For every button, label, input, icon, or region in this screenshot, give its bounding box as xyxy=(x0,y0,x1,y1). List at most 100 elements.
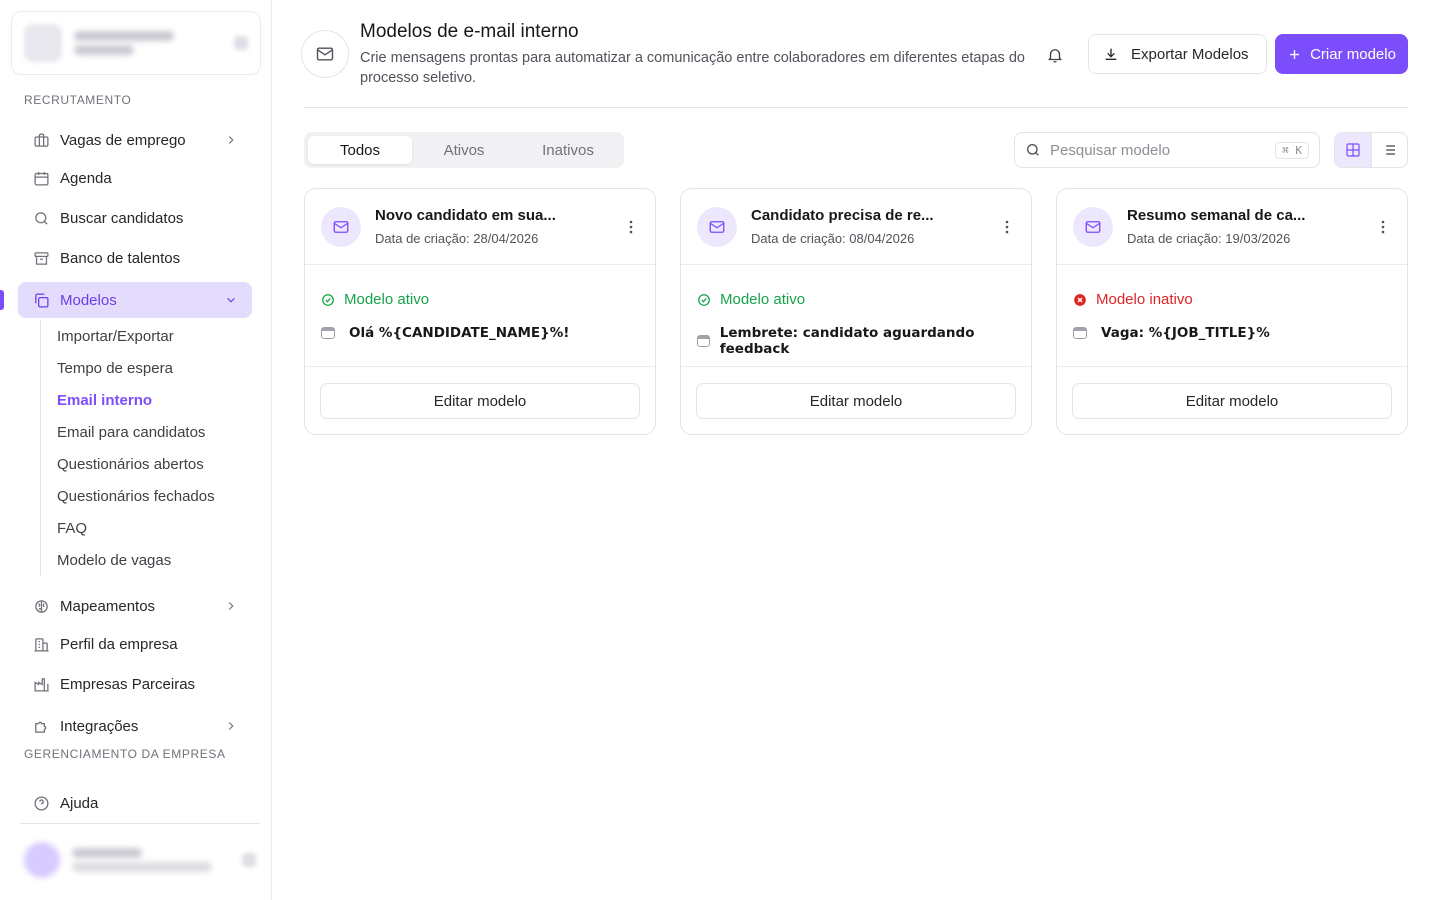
grid-icon xyxy=(1345,142,1361,158)
sidebar-item-help[interactable]: Ajuda xyxy=(18,785,252,821)
search-box: ⌘ K xyxy=(1014,132,1320,168)
email-subject: Lembrete: candidato aguardando feedback xyxy=(697,325,1015,357)
account-switcher[interactable] xyxy=(11,11,261,75)
factory-icon xyxy=(32,675,50,693)
sidebar-item-jobs[interactable]: Vagas de emprego xyxy=(18,122,252,158)
card-date: Data de criação: 08/04/2026 xyxy=(751,231,915,246)
tab-active[interactable]: Ativos xyxy=(412,136,516,164)
submenu-item-candidate-email[interactable]: Email para candidatos xyxy=(41,416,240,448)
briefcase-icon xyxy=(32,131,50,149)
help-circle-icon xyxy=(32,794,50,812)
sidebar-item-label: Mapeamentos xyxy=(60,597,156,615)
subject-text: Lembrete: candidato aguardando feedback xyxy=(719,325,975,357)
sidebar-item-label: Modelos xyxy=(60,291,117,309)
card-date: Data de criação: 28/04/2026 xyxy=(375,231,539,246)
chevron-icon xyxy=(242,853,256,867)
user-menu[interactable] xyxy=(20,836,260,884)
export-label: Exportar Modelos xyxy=(1131,45,1249,63)
submenu-item-job-templates[interactable]: Modelo de vagas xyxy=(41,544,240,576)
card-date: Data de criação: 19/03/2026 xyxy=(1127,231,1291,246)
sidebar-item-label: Integrações xyxy=(60,717,139,735)
section-label-recruitment: RECRUTAMENTO xyxy=(24,93,132,107)
search-icon xyxy=(32,209,50,227)
check-circle-icon xyxy=(321,293,335,307)
list-icon xyxy=(1381,142,1397,158)
section-label-company: GERENCIAMENTO DA EMPRESA xyxy=(24,747,226,761)
chevron-right-icon xyxy=(224,719,238,733)
more-vertical-icon[interactable] xyxy=(1375,217,1391,237)
tab-all[interactable]: Todos xyxy=(308,136,412,164)
download-icon xyxy=(1103,46,1119,62)
building-icon xyxy=(32,635,50,653)
template-card: Novo candidato em sua... Data de criação… xyxy=(304,188,656,435)
status-label: Modelo inativo xyxy=(1096,291,1193,308)
sidebar-item-label: Perfil da empresa xyxy=(60,635,178,653)
subject-text: Vaga: %{JOB_TITLE}% xyxy=(1101,325,1270,341)
models-submenu: Importar/Exportar Tempo de espera Email … xyxy=(40,320,240,576)
avatar xyxy=(24,842,60,878)
filter-tabs: Todos Ativos Inativos xyxy=(304,132,624,168)
status-badge: Modelo ativo xyxy=(321,291,639,308)
edit-template-button[interactable]: Editar modelo xyxy=(1072,383,1392,419)
card-title: Candidato precisa de re... xyxy=(751,207,934,224)
list-view-button[interactable] xyxy=(1372,133,1408,167)
check-circle-icon xyxy=(697,293,711,307)
archive-icon xyxy=(32,249,50,267)
submenu-item-faq[interactable]: FAQ xyxy=(41,512,240,544)
search-icon xyxy=(1025,142,1041,158)
calendar-icon xyxy=(32,169,50,187)
sidebar-item-company-profile[interactable]: Perfil da empresa xyxy=(18,626,252,662)
submenu-item-closed-questionnaires[interactable]: Questionários fechados xyxy=(41,480,240,512)
more-vertical-icon[interactable] xyxy=(999,217,1015,237)
status-badge: Modelo inativo xyxy=(1073,291,1391,308)
submenu-item-open-questionnaires[interactable]: Questionários abertos xyxy=(41,448,240,480)
edit-template-button[interactable]: Editar modelo xyxy=(696,383,1016,419)
active-indicator xyxy=(0,290,4,310)
plus-icon xyxy=(1287,47,1302,62)
x-circle-icon xyxy=(1073,293,1087,307)
sidebar-item-label: Agenda xyxy=(60,169,112,187)
more-vertical-icon[interactable] xyxy=(623,217,639,237)
company-avatar xyxy=(24,24,62,62)
puzzle-icon xyxy=(32,717,50,735)
chevron-icon xyxy=(234,36,248,50)
tab-inactive[interactable]: Inativos xyxy=(516,136,620,164)
sidebar-item-label: Vagas de emprego xyxy=(60,131,186,149)
edit-template-button[interactable]: Editar modelo xyxy=(320,383,640,419)
sidebar-item-agenda[interactable]: Agenda xyxy=(18,160,252,196)
sidebar-item-models[interactable]: Modelos xyxy=(18,282,252,318)
divider xyxy=(304,107,1408,108)
sidebar-item-talent-bank[interactable]: Banco de talentos xyxy=(18,240,252,276)
mail-icon xyxy=(1073,206,1113,247)
sidebar-item-label: Ajuda xyxy=(60,794,99,812)
sidebar-item-integrations[interactable]: Integrações xyxy=(18,708,252,744)
search-input[interactable] xyxy=(1050,141,1267,159)
mail-icon xyxy=(697,206,737,247)
page-title: Modelos de e-mail interno xyxy=(360,21,579,42)
submenu-item-internal-email[interactable]: Email interno xyxy=(41,384,240,416)
bell-icon[interactable] xyxy=(1044,44,1066,66)
sidebar: RECRUTAMENTO Vagas de emprego Agenda Bus… xyxy=(0,0,272,900)
copy-icon xyxy=(32,291,50,309)
grid-view-button[interactable] xyxy=(1335,133,1372,167)
sidebar-item-label: Banco de talentos xyxy=(60,249,181,267)
card-title: Novo candidato em sua... xyxy=(375,207,556,224)
export-models-button[interactable]: Exportar Modelos xyxy=(1088,34,1267,74)
sidebar-item-partner-companies[interactable]: Empresas Parceiras xyxy=(18,666,252,702)
email-subject: Olá %{CANDIDATE_NAME}%! xyxy=(321,325,639,341)
sidebar-item-mappings[interactable]: Mapeamentos xyxy=(18,588,252,624)
brain-icon xyxy=(32,597,50,615)
create-model-button[interactable]: Criar modelo xyxy=(1275,34,1408,74)
status-label: Modelo ativo xyxy=(344,291,430,308)
subject-text: Olá %{CANDIDATE_NAME}%! xyxy=(349,325,570,341)
divider xyxy=(20,823,260,824)
template-card: Resumo semanal de ca... Data de criação:… xyxy=(1056,188,1408,435)
main-content: Modelos de e-mail interno Crie mensagens… xyxy=(272,0,1440,900)
sidebar-item-search-candidates[interactable]: Buscar candidatos xyxy=(18,200,252,236)
page-description: Crie mensagens prontas para automatizar … xyxy=(360,50,1025,86)
status-badge: Modelo ativo xyxy=(697,291,1015,308)
email-subject: Vaga: %{JOB_TITLE}% xyxy=(1073,325,1391,341)
submenu-item-import-export[interactable]: Importar/Exportar xyxy=(41,320,240,352)
mail-icon xyxy=(321,206,361,247)
submenu-item-wait-time[interactable]: Tempo de espera xyxy=(41,352,240,384)
